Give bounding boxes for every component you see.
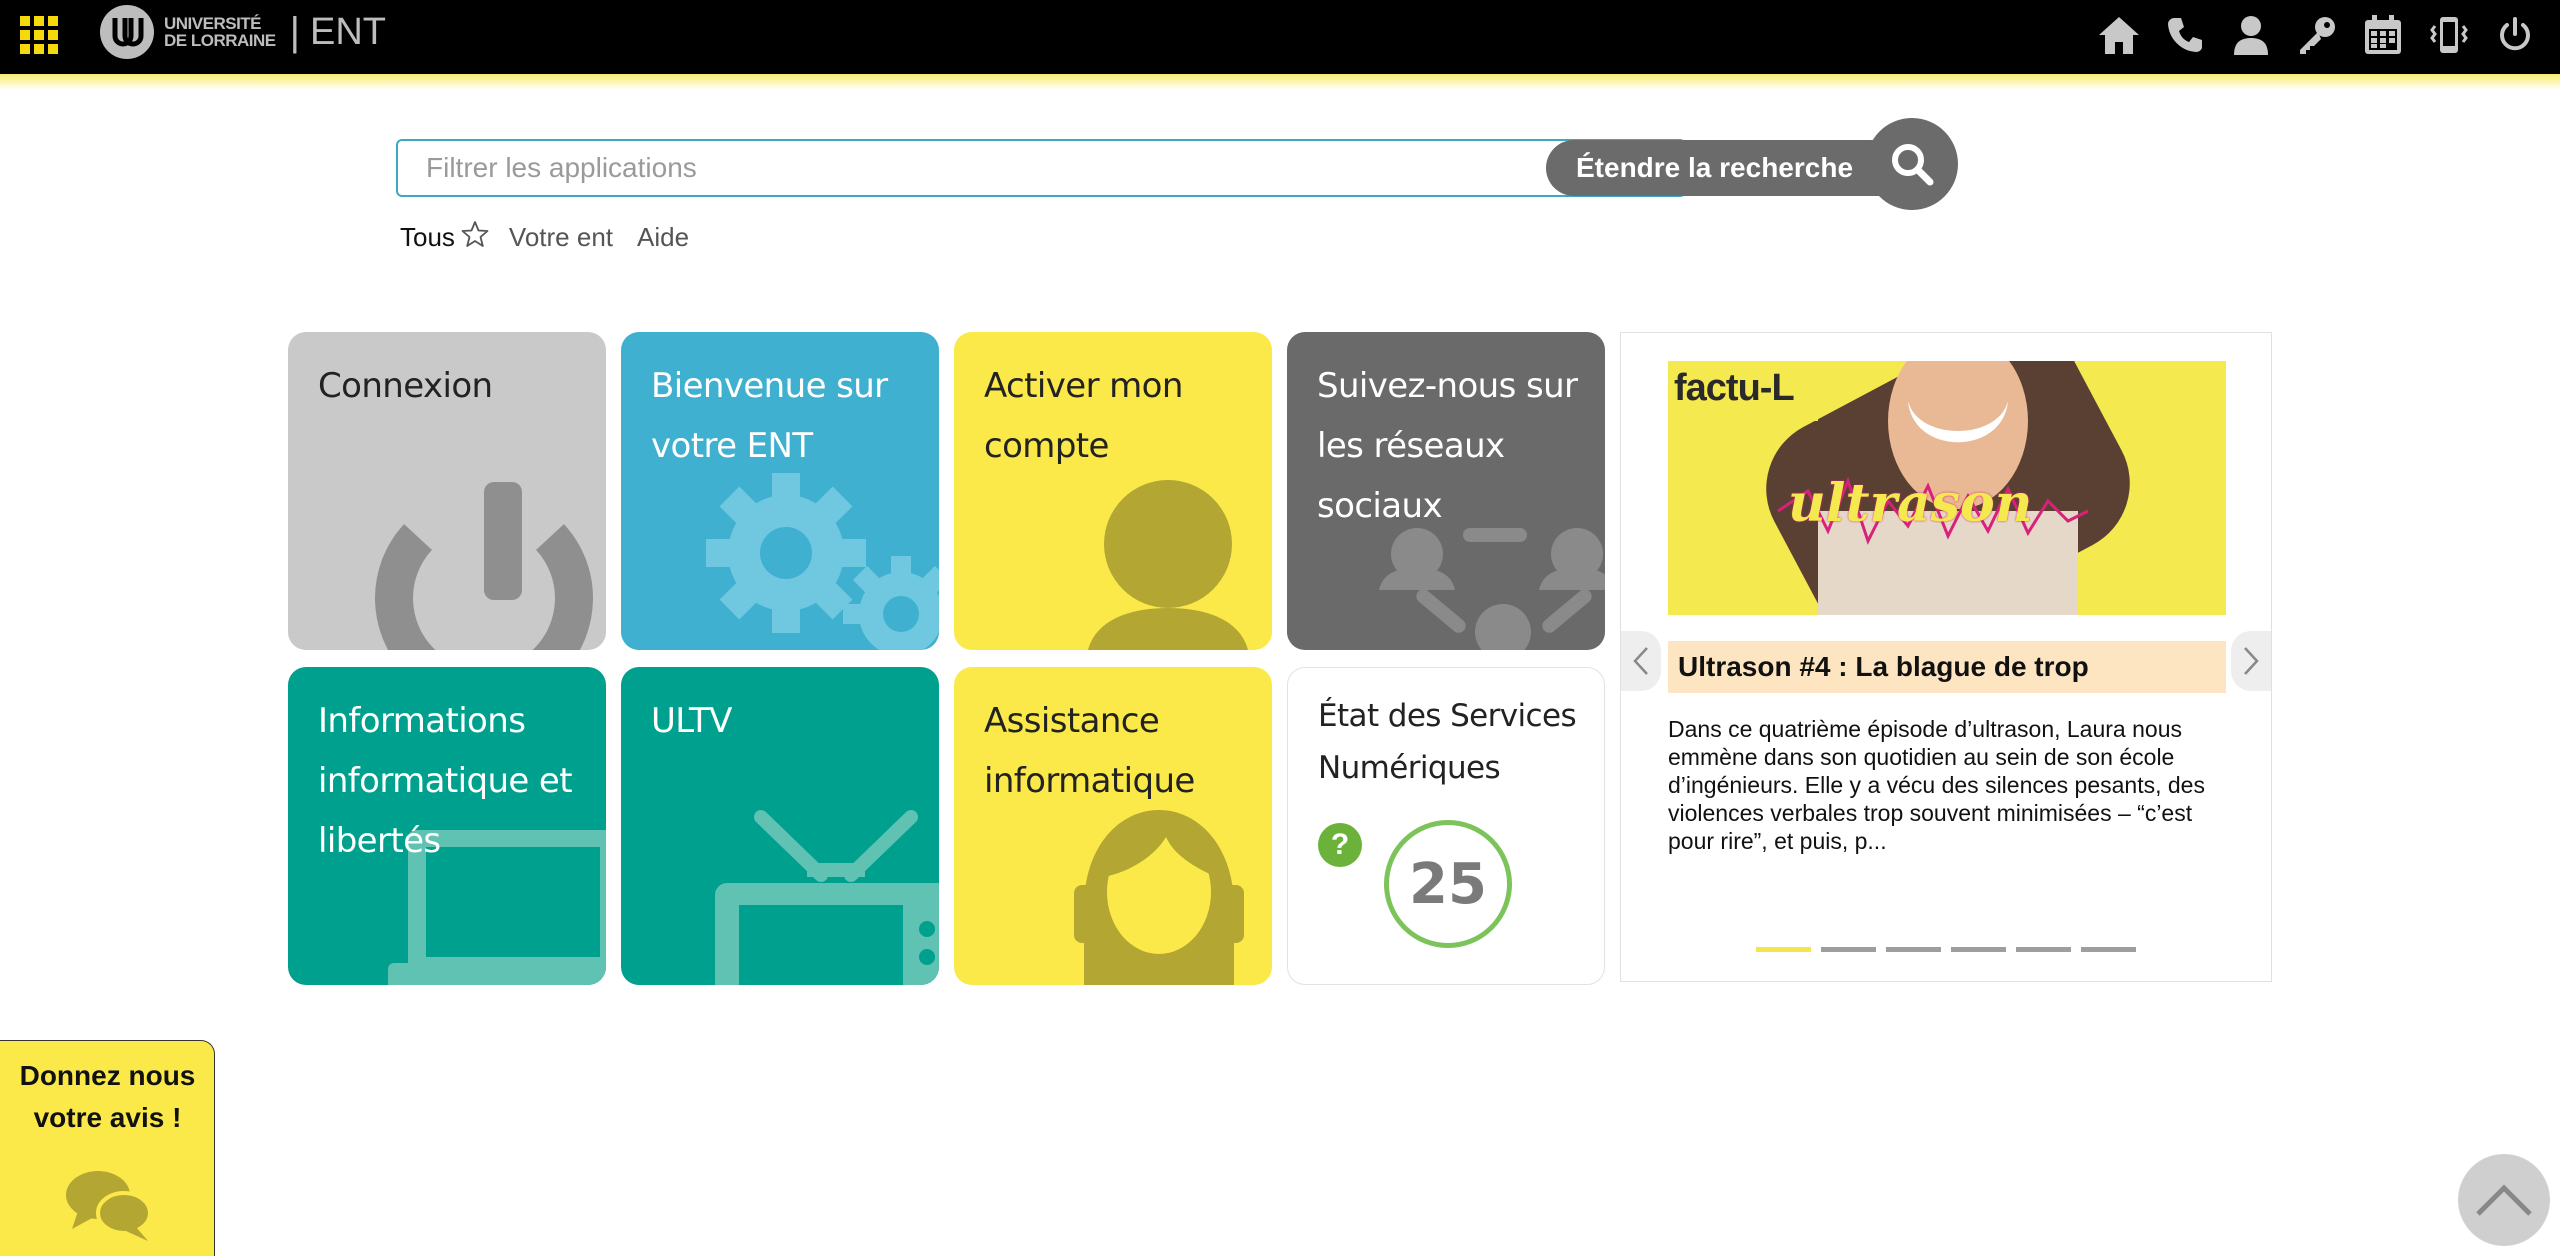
news-title-text: Ultrason #4 : La blague de trop [1678, 651, 2089, 682]
search-button[interactable] [1866, 118, 1958, 210]
news-image-brand: factu-L [1674, 367, 1795, 409]
tile-ultv[interactable]: ULTV [621, 667, 939, 985]
filter-help[interactable]: Aide [637, 222, 689, 253]
carousel-next-button[interactable] [2231, 631, 2271, 691]
power-icon [375, 482, 593, 650]
headset-support-icon [1074, 810, 1244, 985]
user-icon [1088, 480, 1248, 650]
carousel-indicators [1756, 947, 2136, 952]
television-icon [715, 810, 939, 985]
chevron-right-icon [2244, 647, 2259, 675]
chevron-up-icon [2476, 1184, 2532, 1216]
feedback-button[interactable]: Donnez nous votre avis ! [0, 1040, 215, 1256]
carousel-dot[interactable] [1756, 947, 1811, 952]
tile-activer[interactable]: Activer mon compte [954, 332, 1272, 650]
extend-search-label: Étendre la recherche [1576, 152, 1854, 183]
carousel-prev-button[interactable] [1621, 631, 1661, 691]
star-icon[interactable] [461, 220, 489, 255]
carousel-dot[interactable] [1951, 947, 2006, 952]
carousel-dot[interactable] [2016, 947, 2071, 952]
news-summary: Dans ce quatrième épisode d’ultrason, La… [1668, 716, 2205, 854]
feedback-line2: votre avis ! [33, 1102, 182, 1133]
header-accent-strip [0, 74, 2560, 90]
university-name-line1: UNIVERSITÉ [164, 14, 262, 33]
logo-separator: | [289, 10, 301, 54]
search-input[interactable] [396, 139, 1686, 197]
tile-informations-title: Informations informatique et libertés [318, 701, 573, 861]
university-logo-mark [100, 5, 154, 59]
search-bar: Étendre la recherche [396, 118, 1962, 210]
feedback-label: Donnez nous votre avis ! [0, 1055, 215, 1139]
tile-etat-services[interactable]: État des Services Numériques ? 25 [1287, 667, 1605, 985]
phone-icon[interactable] [2162, 12, 2208, 58]
gears-icon [706, 473, 939, 650]
news-image[interactable]: factu-L ultrason [1668, 361, 2226, 615]
tile-etat-title: État des Services Numériques [1318, 698, 1577, 786]
app-name: ENT [310, 11, 387, 53]
carousel-dot[interactable] [1821, 947, 1876, 952]
status-count: 25 [1384, 820, 1512, 948]
mobile-vibrate-icon[interactable] [2426, 12, 2472, 58]
tile-assistance[interactable]: Assistance informatique [954, 667, 1272, 985]
carousel-dot[interactable] [2081, 947, 2136, 952]
scroll-to-top-button[interactable] [2458, 1154, 2550, 1246]
chevron-left-icon [1633, 647, 1648, 675]
power-icon[interactable] [2492, 12, 2538, 58]
tile-suivez[interactable]: Suivez-nous sur les réseaux sociaux [1287, 332, 1605, 650]
carousel-dot[interactable] [1886, 947, 1941, 952]
university-logo[interactable]: UNIVERSITÉ DE LORRAINE | ENT [100, 5, 386, 59]
status-count-value: 25 [1409, 851, 1487, 917]
tile-bienvenue[interactable]: Bienvenue sur votre ENT [621, 332, 939, 650]
help-icon: ? [1318, 823, 1362, 867]
news-carousel: factu-L ultrason Ultrason #4 : La blague… [1620, 332, 2272, 982]
extend-search-button[interactable]: Étendre la recherche [1546, 140, 1906, 196]
user-icon[interactable] [2228, 12, 2274, 58]
filter-all[interactable]: Tous [400, 222, 455, 253]
tile-connexion[interactable]: Connexion [288, 332, 606, 650]
tile-informations[interactable]: Informations informatique et libertés [288, 667, 606, 985]
chat-bubbles-icon [66, 1171, 152, 1241]
filter-tabs: Tous Votre ent Aide [400, 220, 689, 255]
home-icon[interactable] [2096, 12, 2142, 58]
university-name: UNIVERSITÉ DE LORRAINE [164, 15, 276, 49]
university-name-line2: DE LORRAINE [164, 31, 276, 50]
calendar-icon[interactable] [2360, 12, 2406, 58]
social-network-icon [1379, 528, 1605, 650]
help-badge-label: ? [1330, 828, 1350, 861]
key-icon[interactable] [2294, 12, 2340, 58]
news-title[interactable]: Ultrason #4 : La blague de trop [1668, 641, 2226, 693]
top-icon-bar [2096, 10, 2538, 60]
search-icon [1892, 144, 1934, 186]
news-image-word: ultrason [1788, 473, 2033, 534]
top-bar: UNIVERSITÉ DE LORRAINE | ENT [0, 0, 2560, 74]
filter-your-ent[interactable]: Votre ent [509, 222, 613, 253]
apps-grid-icon[interactable] [20, 16, 60, 56]
feedback-line1: Donnez nous [19, 1060, 196, 1091]
